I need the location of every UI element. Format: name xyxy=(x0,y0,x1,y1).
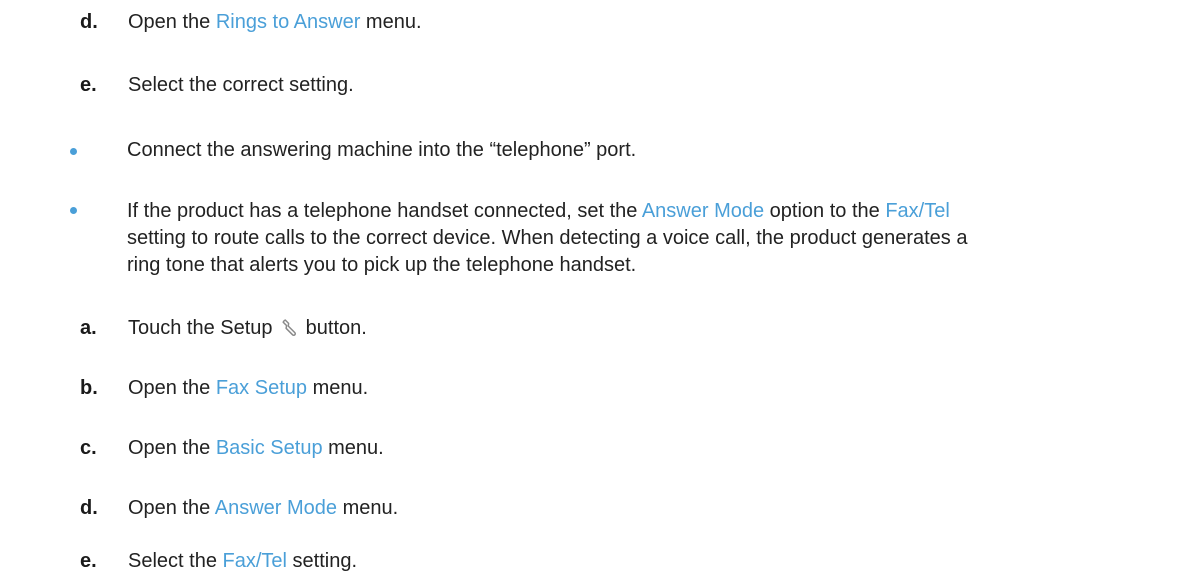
step-text: Select the correct setting. xyxy=(128,74,354,96)
answer-mode-link[interactable]: Answer Mode xyxy=(215,497,337,519)
step-letter: e. xyxy=(80,550,97,572)
step-text: Open the Rings to Answer menu. xyxy=(128,11,422,33)
fax-setup-link[interactable]: Fax Setup xyxy=(216,377,307,399)
basic-setup-link[interactable]: Basic Setup xyxy=(216,437,323,459)
fax-tel-link[interactable]: Fax/Tel xyxy=(223,550,287,572)
fax-tel-link[interactable]: Fax/Tel xyxy=(885,200,949,222)
manual-page: d. Open the Rings to Answer menu. e. Sel… xyxy=(0,0,1182,578)
step-text: Touch the Setup button. xyxy=(128,317,367,343)
bullet-paragraph: If the product has a telephone handset c… xyxy=(127,200,968,276)
step-letter: c. xyxy=(80,437,97,459)
step-letter: a. xyxy=(80,317,97,339)
answer-mode-link[interactable]: Answer Mode xyxy=(642,200,764,222)
step-text: Open the Fax Setup menu. xyxy=(128,377,369,399)
step-letter: d. xyxy=(80,11,98,33)
step-letter: d. xyxy=(80,497,98,519)
bullet-dot xyxy=(70,207,77,214)
step-text: Select the Fax/Tel setting. xyxy=(128,550,358,572)
rings-to-answer-link[interactable]: Rings to Answer xyxy=(216,11,361,33)
wrench-icon xyxy=(280,319,298,343)
step-text: Open the Basic Setup menu. xyxy=(128,437,384,459)
bullet-dot xyxy=(70,148,77,155)
step-letter: b. xyxy=(80,377,98,399)
bullet-text: Connect the answering machine into the “… xyxy=(127,139,637,161)
step-letter: e. xyxy=(80,74,97,96)
step-text: Open the Answer Mode menu. xyxy=(128,497,399,519)
